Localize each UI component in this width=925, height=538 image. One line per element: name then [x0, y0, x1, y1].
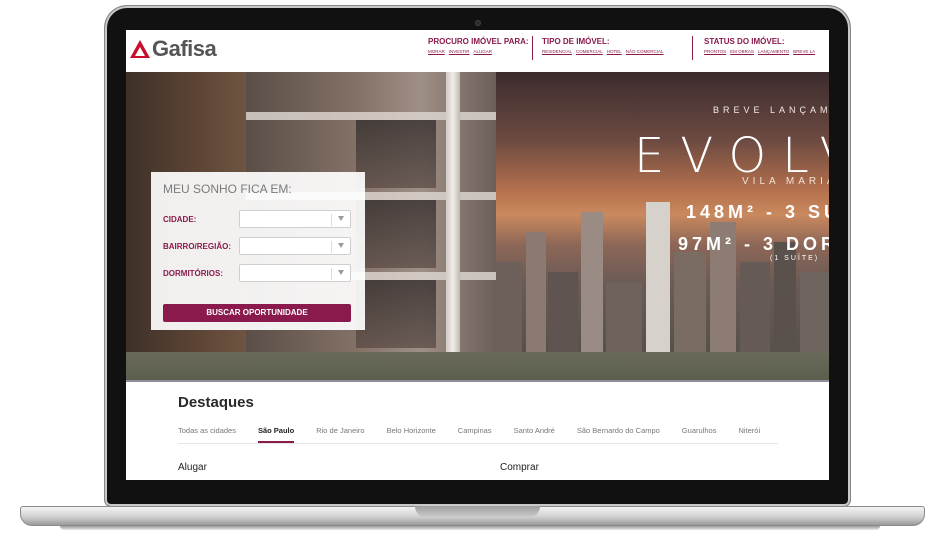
- camera-icon: [475, 20, 481, 26]
- filter-purpose: PROCURO IMÓVEL PARA: MORAR INVESTIR ALUG…: [428, 37, 529, 54]
- laptop-notch: [415, 506, 540, 518]
- filter-type: TIPO DE IMÓVEL: RESIDENCIAL COMERCIAL HO…: [542, 37, 664, 54]
- section-title-comprar: Comprar: [500, 462, 539, 473]
- hero-window: [356, 200, 436, 268]
- search-button[interactable]: BUSCAR OPORTUNIDADE: [163, 304, 351, 322]
- browser-screen: Gafisa PROCURO IMÓVEL PARA: MORAR INVEST…: [126, 30, 829, 480]
- filter-link-investir[interactable]: INVESTIR: [449, 49, 470, 54]
- filter-link-prontos[interactable]: PRONTOS: [704, 49, 726, 54]
- hero-window: [356, 280, 436, 348]
- laptop-foot: [60, 526, 880, 530]
- city-select[interactable]: [239, 210, 351, 228]
- filter-link-em-obras[interactable]: EM OBRAS: [730, 49, 754, 54]
- filter-status-title: STATUS DO IMÓVEL:: [704, 37, 785, 46]
- tab-campinas[interactable]: Campinas: [458, 426, 492, 442]
- bedrooms-label: DORMITÓRIOS:: [163, 269, 223, 278]
- hero-spec-1: 148M² - 3 SUÍT: [686, 202, 829, 222]
- tab-niteroi[interactable]: Niterói: [738, 426, 760, 442]
- city-tabs: Todas as cidades São Paulo Rio de Janeir…: [178, 426, 782, 443]
- logo-text: Gafisa: [152, 36, 217, 61]
- filter-link-lancamento[interactable]: LANÇAMENTO: [758, 49, 789, 54]
- region-select[interactable]: [239, 237, 351, 255]
- filter-status: STATUS DO IMÓVEL: PRONTOS EM OBRAS LANÇA…: [704, 37, 815, 54]
- chevron-down-icon: [338, 270, 344, 275]
- city-label: CIDADE:: [163, 215, 197, 224]
- filter-link-alugar[interactable]: ALUGAR: [474, 49, 493, 54]
- section-title-alugar: Alugar: [178, 462, 207, 473]
- hero-spec-note: (1 SUÍTE): [770, 255, 820, 262]
- filter-link-morar[interactable]: MORAR: [428, 49, 445, 54]
- hero-divider: [126, 380, 829, 382]
- tab-sao-bernardo-do-campo[interactable]: São Bernardo do Campo: [577, 426, 660, 442]
- filter-link-breve-lancamento[interactable]: BREVE LA: [793, 49, 815, 54]
- bedrooms-select[interactable]: [239, 264, 351, 282]
- highlights-title: Destaques: [178, 394, 254, 411]
- filter-separator: [692, 36, 693, 60]
- hero-location: VILA MARIA: [742, 176, 829, 187]
- tab-guarulhos[interactable]: Guarulhos: [682, 426, 717, 442]
- tab-rio-de-janeiro[interactable]: Rio de Janeiro: [316, 426, 364, 442]
- tab-belo-horizonte[interactable]: Belo Horizonte: [387, 426, 436, 442]
- filter-link-comercial[interactable]: COMERCIAL: [576, 49, 603, 54]
- filter-purpose-title: PROCURO IMÓVEL PARA:: [428, 37, 529, 46]
- chevron-down-icon: [338, 216, 344, 221]
- site-header: Gafisa PROCURO IMÓVEL PARA: MORAR INVEST…: [126, 30, 829, 72]
- filter-link-hotel[interactable]: HOTEL: [607, 49, 622, 54]
- hero-kicker: BREVE LANÇAME: [713, 105, 829, 115]
- tab-sao-paulo[interactable]: São Paulo: [257, 426, 295, 443]
- gafisa-triangle-icon: [130, 40, 150, 58]
- hero-pillar: [446, 72, 460, 352]
- search-title: MEU SONHO FICA EM:: [163, 182, 292, 196]
- region-label: BAIRRO/REGIÃO:: [163, 242, 231, 251]
- tab-santo-andre[interactable]: Santo André: [514, 426, 555, 442]
- filter-type-title: TIPO DE IMÓVEL:: [542, 37, 610, 46]
- hero-banner[interactable]: BREVE LANÇAME EVOLV VILA MARIA 148M² - 3…: [126, 72, 829, 382]
- tab-todas-as-cidades[interactable]: Todas as cidades: [178, 426, 236, 442]
- filter-link-nao-comercial[interactable]: NÃO COMERCIAL: [626, 49, 664, 54]
- gafisa-logo[interactable]: Gafisa: [129, 36, 217, 62]
- chevron-down-icon: [338, 243, 344, 248]
- filter-separator: [532, 36, 533, 60]
- hero-ground: [126, 352, 829, 382]
- hero-window: [356, 120, 436, 188]
- hero-spec-2: 97M² - 3 DORMS: [678, 234, 829, 254]
- search-panel: MEU SONHO FICA EM: CIDADE: BAIRRO/REGIÃO…: [151, 172, 365, 330]
- tabs-divider: [178, 443, 778, 444]
- filter-link-residencial[interactable]: RESIDENCIAL: [542, 49, 572, 54]
